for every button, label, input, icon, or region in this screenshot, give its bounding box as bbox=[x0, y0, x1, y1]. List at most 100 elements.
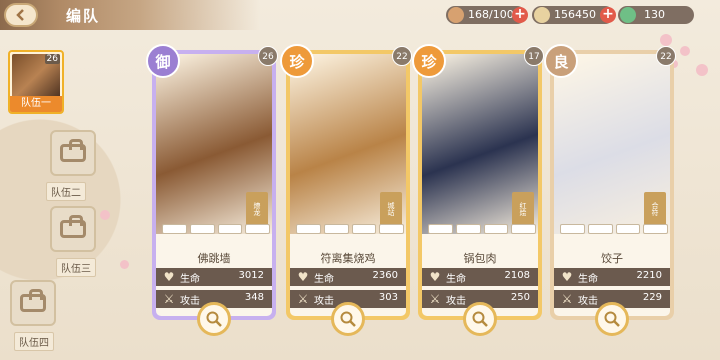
skill-tag: 合符 bbox=[644, 192, 666, 226]
add-stamina-button[interactable]: + bbox=[512, 7, 528, 23]
equipment-row bbox=[162, 222, 270, 236]
character-name: 佛跳墙 bbox=[197, 252, 231, 265]
heart-icon: ♥ bbox=[561, 270, 573, 284]
rarity-badge: 珍 bbox=[280, 44, 314, 78]
back-button[interactable] bbox=[4, 3, 38, 27]
team-slot-4[interactable] bbox=[10, 280, 56, 326]
inspect-button[interactable] bbox=[463, 302, 497, 336]
team-leader-level: 26 bbox=[44, 54, 60, 64]
hp-label: 生命 bbox=[578, 274, 598, 285]
jade-icon bbox=[620, 7, 636, 23]
resource-jade: 130 bbox=[618, 6, 694, 24]
character-card[interactable]: 燎龙 佛跳墙 ♥ 生命 3012 ⚔ 攻击 348 御 26 bbox=[146, 44, 278, 336]
equip-slot[interactable] bbox=[189, 224, 215, 234]
atk-label: 攻击 bbox=[446, 296, 466, 307]
equipment-row bbox=[560, 222, 668, 236]
hp-stat: ♥ 生命 2210 bbox=[554, 268, 670, 286]
sword-icon: ⚔ bbox=[163, 292, 175, 306]
equip-slot[interactable] bbox=[483, 224, 509, 234]
atk-value: 303 bbox=[378, 292, 398, 303]
hp-stat: ♥ 生命 3012 bbox=[156, 268, 272, 286]
atk-value: 229 bbox=[642, 292, 662, 303]
team-slot-3[interactable] bbox=[50, 206, 96, 252]
bun-icon bbox=[448, 7, 464, 23]
atk-value: 250 bbox=[510, 292, 530, 303]
heart-icon: ♥ bbox=[297, 270, 309, 284]
atk-value: 348 bbox=[244, 292, 264, 303]
equip-slot[interactable] bbox=[323, 224, 349, 234]
resource-currency-value: 156450 bbox=[554, 8, 596, 21]
equip-slot[interactable] bbox=[560, 224, 585, 234]
equip-slot[interactable] bbox=[217, 224, 243, 234]
character-name: 饺子 bbox=[601, 252, 623, 265]
back-arrow-icon bbox=[16, 9, 24, 21]
hp-value: 2108 bbox=[504, 270, 530, 281]
equip-slot[interactable] bbox=[615, 224, 641, 234]
sword-icon: ⚔ bbox=[561, 292, 573, 306]
equip-slot[interactable] bbox=[587, 224, 613, 234]
equip-slot[interactable] bbox=[455, 224, 481, 234]
team-slot-active[interactable]: 26 队伍一 bbox=[8, 50, 64, 114]
magnifier-icon bbox=[604, 311, 620, 327]
resource-currency: 156450 + bbox=[532, 6, 616, 24]
atk-label: 攻击 bbox=[578, 296, 598, 307]
hp-label: 生命 bbox=[446, 274, 466, 285]
empty-slot-icon bbox=[20, 289, 46, 312]
hp-value: 2210 bbox=[636, 270, 662, 281]
heart-icon: ♥ bbox=[163, 270, 175, 284]
level-badge: 22 bbox=[656, 46, 676, 66]
inspect-button[interactable] bbox=[197, 302, 231, 336]
equip-slot[interactable] bbox=[428, 224, 453, 234]
heart-icon: ♥ bbox=[429, 270, 441, 284]
hp-value: 3012 bbox=[238, 270, 264, 281]
team-4-label: 队伍四 bbox=[14, 332, 54, 351]
equip-slot[interactable] bbox=[245, 224, 270, 234]
sword-icon: ⚔ bbox=[297, 292, 309, 306]
resource-stamina: 168/100 + bbox=[446, 6, 528, 24]
magnifier-icon bbox=[472, 311, 488, 327]
character-card[interactable]: 城站 符离集烧鸡 ♥ 生命 2360 ⚔ 攻击 303 珍 22 bbox=[280, 44, 412, 336]
character-card[interactable]: 红烩 锅包肉 ♥ 生命 2108 ⚔ 攻击 250 珍 17 bbox=[412, 44, 544, 336]
equip-slot[interactable] bbox=[296, 224, 321, 234]
character-card[interactable]: 合符 饺子 ♥ 生命 2210 ⚔ 攻击 229 良 22 bbox=[544, 44, 676, 336]
rarity-badge: 御 bbox=[146, 44, 180, 78]
hp-stat: ♥ 生命 2360 bbox=[290, 268, 406, 286]
team-active-label: 队伍一 bbox=[10, 96, 62, 112]
equip-slot[interactable] bbox=[511, 224, 536, 234]
card-body: 城站 符离集烧鸡 ♥ 生命 2360 ⚔ 攻击 303 bbox=[290, 54, 406, 316]
hp-stat: ♥ 生命 2108 bbox=[422, 268, 538, 286]
character-name: 符离集烧鸡 bbox=[320, 252, 376, 265]
card-body: 合符 饺子 ♥ 生命 2210 ⚔ 攻击 229 bbox=[554, 54, 670, 316]
rarity-badge: 良 bbox=[544, 44, 578, 78]
coin-icon bbox=[534, 7, 550, 23]
skill-tag: 燎龙 bbox=[246, 192, 268, 226]
level-badge: 26 bbox=[258, 46, 278, 66]
empty-slot-icon bbox=[60, 139, 86, 162]
skill-tag: 红烩 bbox=[512, 192, 534, 226]
equip-slot[interactable] bbox=[162, 224, 187, 234]
hp-value: 2360 bbox=[372, 270, 398, 281]
add-currency-button[interactable]: + bbox=[600, 7, 616, 23]
team-slot-2[interactable] bbox=[50, 130, 96, 176]
hp-label: 生命 bbox=[314, 274, 334, 285]
character-name: 锅包肉 bbox=[463, 252, 497, 265]
equip-slot[interactable] bbox=[643, 224, 668, 234]
magnifier-icon bbox=[340, 311, 356, 327]
team-2-label: 队伍二 bbox=[46, 182, 86, 201]
equip-slot[interactable] bbox=[379, 224, 404, 234]
atk-label: 攻击 bbox=[180, 296, 200, 307]
level-badge: 22 bbox=[392, 46, 412, 66]
magnifier-icon bbox=[206, 311, 222, 327]
equipment-row bbox=[296, 222, 404, 236]
inspect-button[interactable] bbox=[331, 302, 365, 336]
sword-icon: ⚔ bbox=[429, 292, 441, 306]
hp-label: 生命 bbox=[180, 274, 200, 285]
card-body: 红烩 锅包肉 ♥ 生命 2108 ⚔ 攻击 250 bbox=[422, 54, 538, 316]
resource-jade-value: 130 bbox=[644, 8, 665, 21]
equip-slot[interactable] bbox=[351, 224, 377, 234]
page-title: 编队 bbox=[66, 7, 101, 25]
atk-label: 攻击 bbox=[314, 296, 334, 307]
skill-tag: 城站 bbox=[380, 192, 402, 226]
resource-stamina-value: 168/100 bbox=[468, 8, 514, 21]
inspect-button[interactable] bbox=[595, 302, 629, 336]
